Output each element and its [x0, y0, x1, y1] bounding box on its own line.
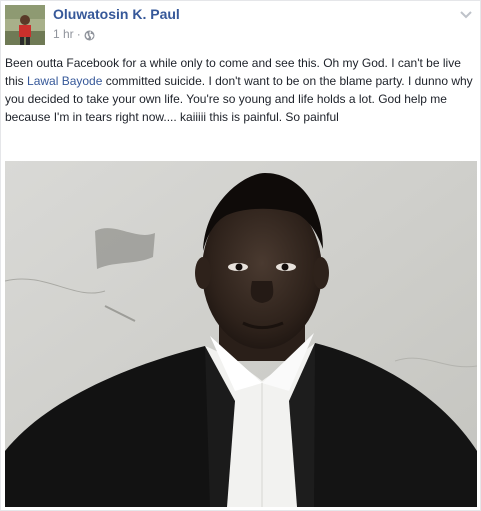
meta-separator: · — [76, 27, 81, 41]
post-text: Been outta Facebook for a while only to … — [5, 54, 477, 126]
post-header: Oluwatosin K. Paul 1 hr · — [1, 1, 480, 49]
facebook-post: Oluwatosin K. Paul 1 hr · Been outta Fac… — [0, 0, 481, 511]
avatar[interactable] — [5, 5, 45, 45]
author-name[interactable]: Oluwatosin K. Paul — [53, 6, 180, 23]
post-meta: 1 hr · — [53, 26, 95, 42]
timestamp[interactable]: 1 hr — [53, 26, 74, 42]
chevron-down-icon[interactable] — [459, 6, 473, 19]
post-photo[interactable] — [5, 161, 477, 507]
globe-icon[interactable] — [84, 29, 95, 40]
mention-link[interactable]: Lawal Bayode — [27, 74, 102, 88]
